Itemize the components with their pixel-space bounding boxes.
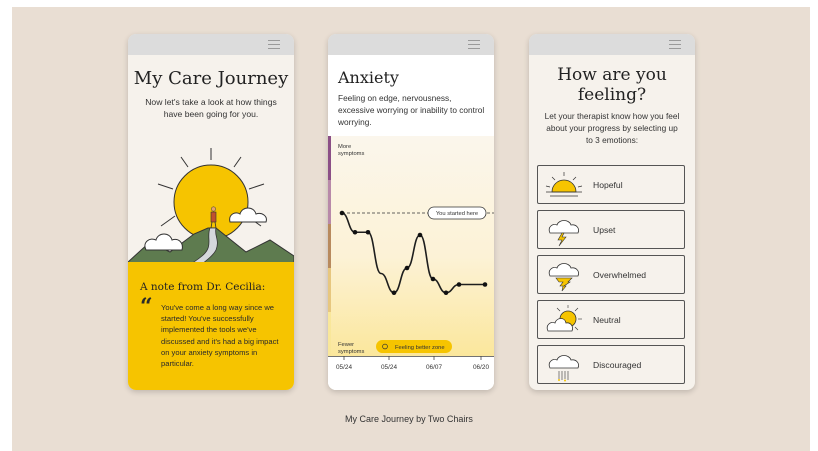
doctor-note: A note from Dr. Cecilia: “ You've come a… xyxy=(128,262,294,390)
emotion-label: Neutral xyxy=(593,315,621,325)
severity-band xyxy=(328,312,331,356)
x-tick-label: 06/20 xyxy=(473,364,489,371)
page-title: Anxiety xyxy=(338,68,399,87)
page-subtitle: Feeling on edge, nervousness, excessive … xyxy=(338,93,485,127)
emotion-hopeful-button[interactable]: Hopeful xyxy=(537,165,685,204)
note-title: A note from Dr. Cecilia: xyxy=(140,281,266,293)
emotion-upset-button[interactable]: Upset xyxy=(537,210,685,249)
tornado-cloud-icon xyxy=(548,263,579,292)
sunrise-icon xyxy=(545,172,583,197)
screen-care-journey: My Care Journey Now let's take a look at… xyxy=(128,34,294,390)
anxiety-chart: More symptoms Fewer symptoms You started h… xyxy=(328,136,494,356)
svg-text:Feeling better zone: Feeling better zone xyxy=(395,345,445,351)
page-title: How are you feeling? xyxy=(557,65,667,105)
data-point xyxy=(456,282,462,287)
severity-band xyxy=(328,268,331,312)
feeling-better-zone-badge: Feeling better zone xyxy=(376,340,452,353)
top-bar xyxy=(328,34,494,55)
storm-cloud-icon xyxy=(548,220,579,247)
x-tick-label: 06/07 xyxy=(426,364,442,371)
page-subtitle: Let your therapist know how you feel abo… xyxy=(544,111,680,145)
severity-band xyxy=(328,224,331,268)
data-point xyxy=(417,232,423,238)
emotion-label: Discouraged xyxy=(593,360,642,370)
rain-cloud-icon xyxy=(548,355,579,382)
data-point xyxy=(391,290,397,296)
data-point xyxy=(339,210,345,216)
screen-feelings: How are you feeling? Let your therapist … xyxy=(529,34,695,390)
note-body: You've come a long way since we started!… xyxy=(161,303,279,369)
data-point xyxy=(352,229,358,235)
screen-anxiety: Anxiety Feeling on edge, nervousness, ex… xyxy=(328,34,494,390)
svg-text:You started here: You started here xyxy=(436,211,478,217)
cloud-left xyxy=(144,233,183,251)
x-axis: 05/24 05/24 06/07 06/20 xyxy=(328,356,494,371)
x-tick-label: 05/24 xyxy=(381,364,397,371)
severity-band xyxy=(328,180,331,224)
data-point xyxy=(443,290,449,296)
emotion-label: Overwhelmed xyxy=(593,270,647,280)
menu-icon[interactable] xyxy=(468,40,480,49)
data-point xyxy=(482,282,488,287)
data-point xyxy=(430,276,436,282)
page-caption: My Care Journey by Two Chairs xyxy=(345,414,473,424)
started-here-badge: You started here xyxy=(427,206,487,220)
top-bar xyxy=(128,34,294,55)
menu-icon[interactable] xyxy=(669,40,681,49)
emotion-overwhelmed-button[interactable]: Overwhelmed xyxy=(537,255,685,294)
data-point xyxy=(404,265,410,271)
emotion-label: Upset xyxy=(593,225,616,235)
page-title: My Care Journey xyxy=(133,68,289,89)
emotion-neutral-button[interactable]: Neutral xyxy=(537,300,685,339)
page-subtitle: Now let's take a look at how things have… xyxy=(145,97,277,119)
hiker-figure xyxy=(210,211,217,223)
data-point xyxy=(365,229,371,235)
top-bar xyxy=(529,34,695,55)
x-tick-label: 05/24 xyxy=(336,364,352,371)
emotion-label: Hopeful xyxy=(593,180,623,190)
menu-icon[interactable] xyxy=(268,40,280,49)
emotion-discouraged-button[interactable]: Discouraged xyxy=(537,345,685,384)
severity-band xyxy=(328,136,331,180)
sun-cloud-icon xyxy=(546,305,582,332)
quote-icon: “ xyxy=(140,294,153,320)
mountain-illustration xyxy=(128,148,294,269)
